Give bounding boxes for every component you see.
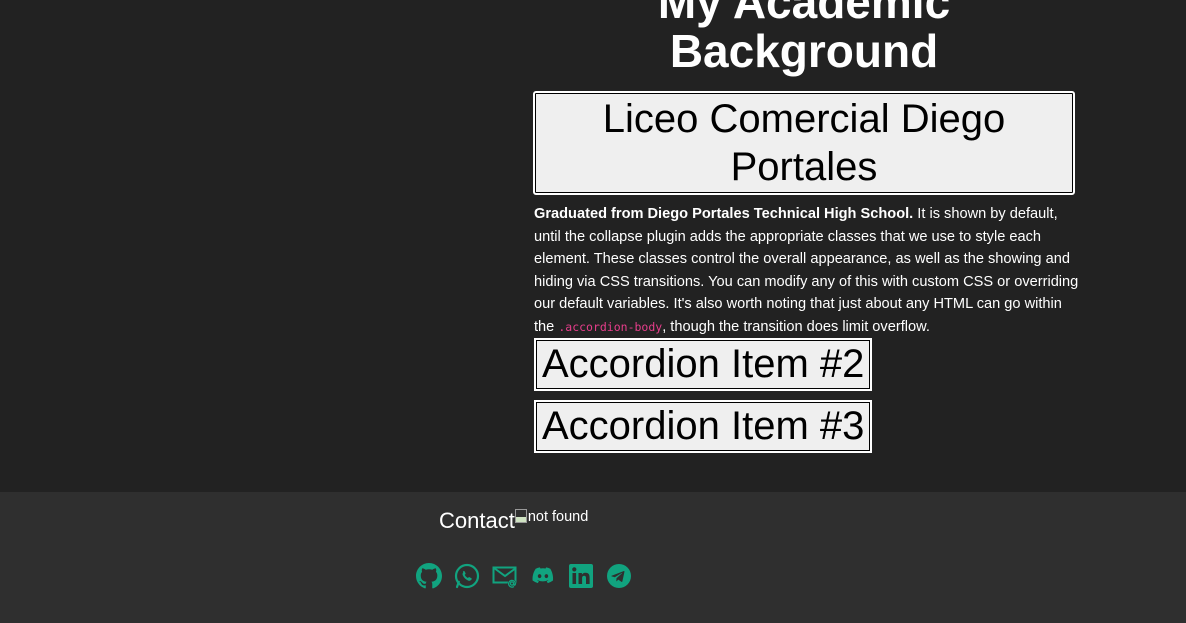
accordion-item-1-body: Graduated from Diego Portales Technical … (534, 203, 1079, 339)
discord-icon[interactable] (530, 563, 556, 589)
whatsapp-icon[interactable] (454, 563, 480, 589)
linkedin-icon[interactable] (568, 563, 594, 589)
footer: Contact not found (0, 492, 1186, 623)
social-icons (416, 563, 632, 589)
accordion-item-2-button[interactable]: Accordion Item #2 (534, 338, 873, 391)
accordion-item-3-button[interactable]: Accordion Item #3 (534, 400, 873, 453)
telegram-icon[interactable] (606, 563, 632, 589)
contact-image-alt: not found (527, 509, 589, 525)
contact-title: Contact (439, 508, 515, 533)
accordion-body-code: .accordion-body (558, 319, 663, 334)
accordion-body-tail: , though the transition does limit overf… (662, 318, 930, 335)
accordion-item-1-header[interactable]: Liceo Comercial Diego Portales (533, 91, 1075, 195)
contact-image-broken: not found (514, 508, 589, 526)
accordion-body-text: It is shown by default, until the collap… (534, 206, 1079, 335)
main-content: My Academic Background Liceo Comercial D… (0, 0, 1186, 492)
accordion-body-strong: Graduated from Diego Portales Technical … (534, 206, 914, 222)
contact-row: Contact not found (439, 506, 588, 536)
section-title: My Academic Background (657, 0, 951, 77)
github-icon[interactable] (416, 563, 442, 589)
email-icon[interactable] (492, 563, 518, 589)
accordion-item-1-title: Liceo Comercial Diego Portales (602, 97, 1006, 189)
broken-image-icon (514, 509, 527, 523)
